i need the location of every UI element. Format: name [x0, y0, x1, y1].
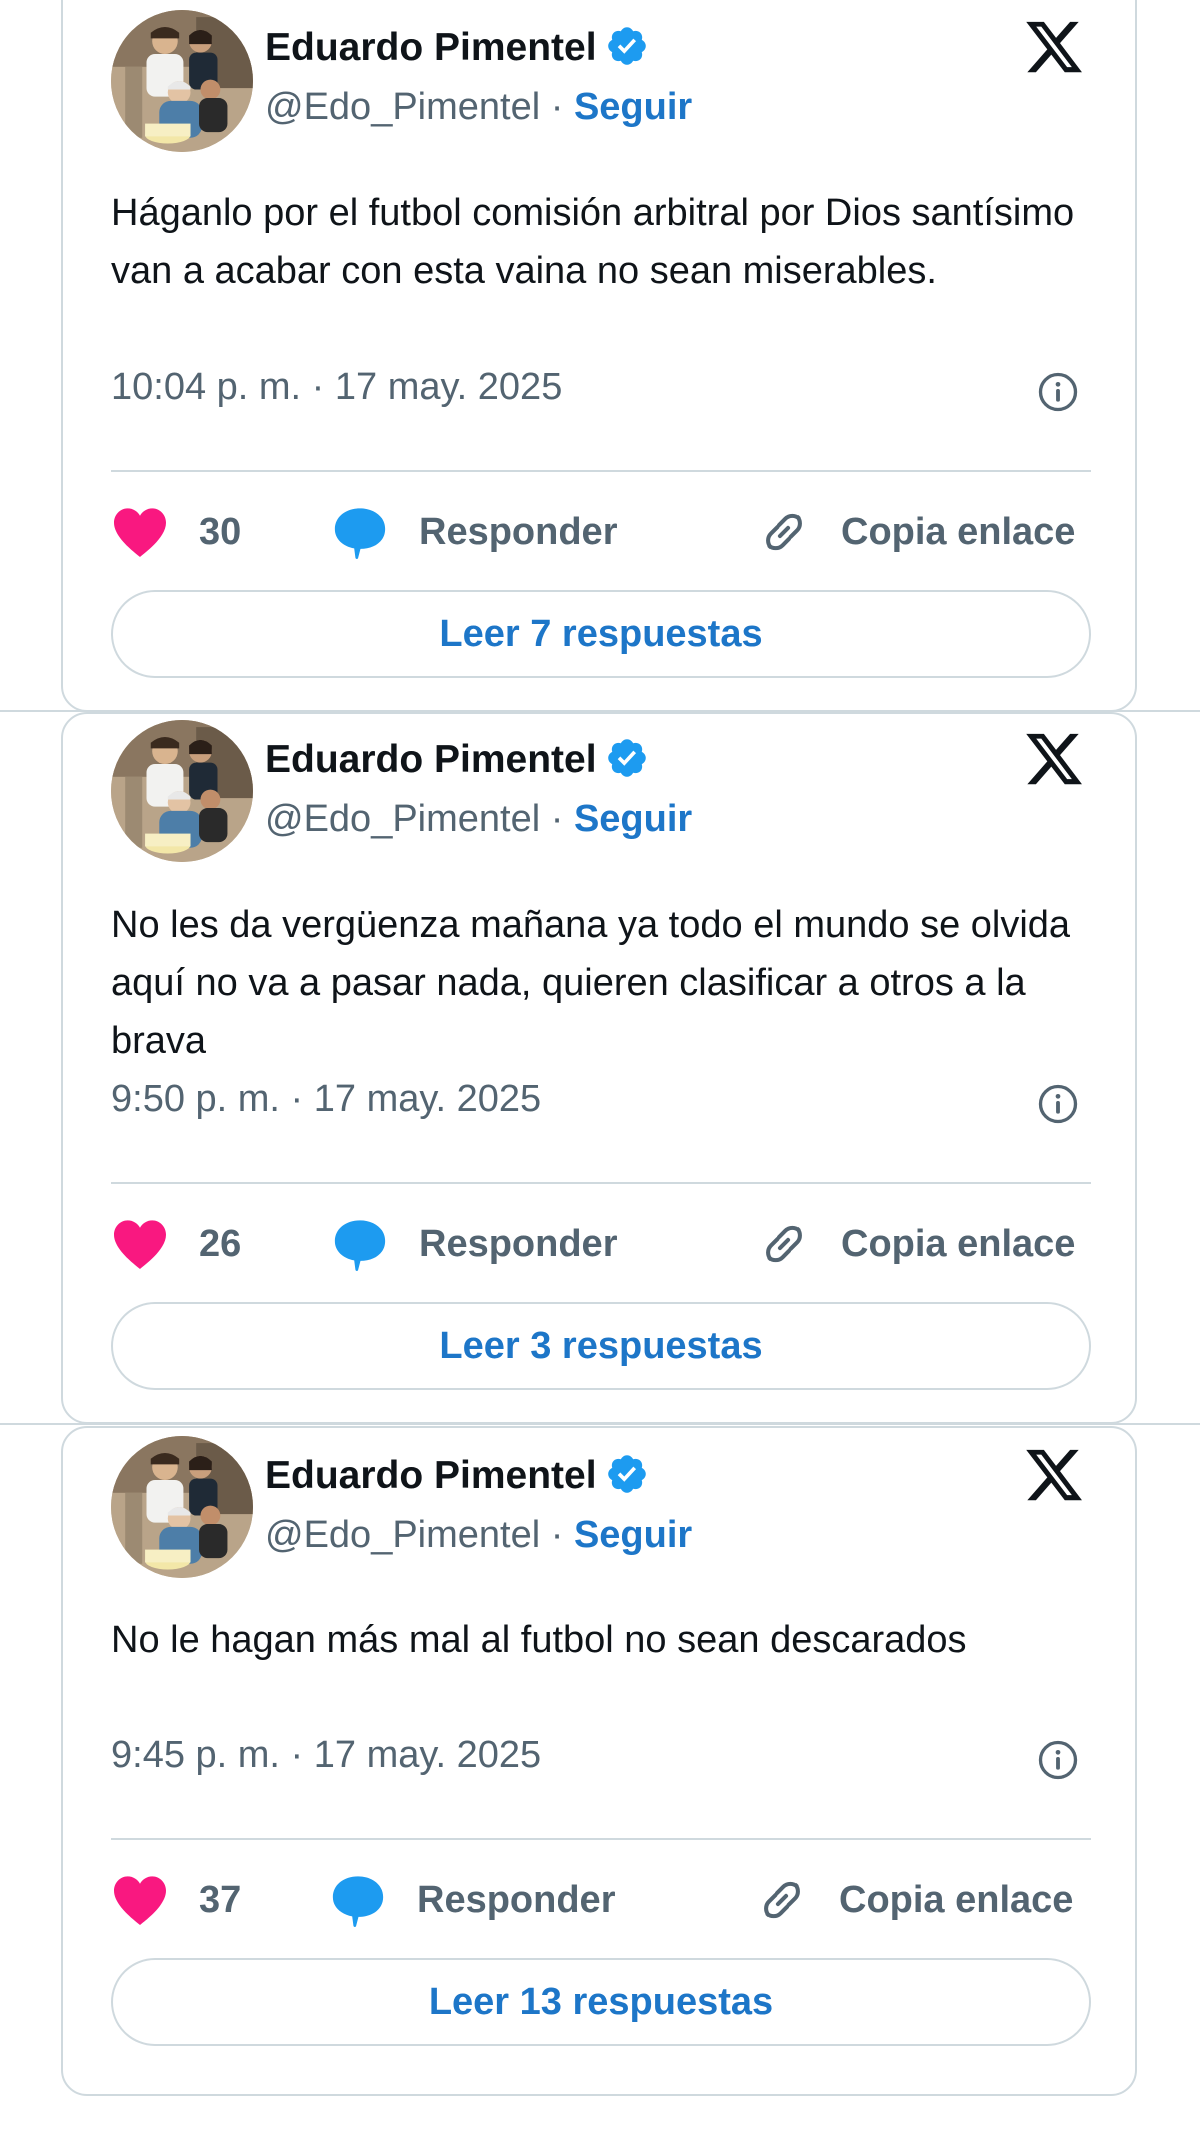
divider: [111, 470, 1091, 472]
avatar[interactable]: [111, 10, 253, 152]
tweet-card: Eduardo Pimentel @Edo_Pimentel · Seguir …: [61, 1426, 1137, 2096]
tweet-timestamp[interactable]: 10:04 p. m. · 17 may. 2025: [111, 366, 562, 409]
tweet-timestamp[interactable]: 9:50 p. m. · 17 may. 2025: [111, 1078, 541, 1121]
like-button[interactable]: 37: [111, 1870, 241, 1930]
link-icon: [755, 1873, 809, 1927]
handle-separator: ·: [550, 1514, 564, 1556]
info-icon[interactable]: [1037, 1739, 1079, 1781]
author-name-text: Eduardo Pimentel: [265, 1454, 597, 1497]
follow-link[interactable]: Seguir: [574, 798, 692, 840]
like-button[interactable]: 26: [111, 1214, 241, 1274]
action-bar: 26 Responder Copia enlace: [111, 1214, 1091, 1274]
divider: [111, 1182, 1091, 1184]
author-handle[interactable]: @Edo_Pimentel: [265, 1514, 540, 1556]
copy-link-label: Copia enlace: [841, 510, 1076, 553]
heart-icon: [111, 506, 169, 558]
like-count: 30: [199, 510, 242, 553]
info-icon[interactable]: [1037, 371, 1079, 413]
reply-label: Responder: [419, 510, 618, 553]
tweet-text: No les da vergüenza mañana ya todo el mu…: [111, 904, 1071, 1062]
x-logo-icon[interactable]: [1021, 728, 1087, 790]
handle-row: @Edo_Pimentel · Seguir: [265, 1514, 692, 1557]
read-replies-button[interactable]: Leer 3 respuestas: [111, 1302, 1091, 1390]
verified-badge-icon: [605, 1452, 649, 1496]
author-name-text: Eduardo Pimentel: [265, 26, 597, 69]
like-button[interactable]: 30: [111, 502, 241, 562]
action-bar: 30 Responder Copia enlace: [111, 502, 1091, 562]
follow-link[interactable]: Seguir: [574, 86, 692, 128]
author-name-text: Eduardo Pimentel: [265, 738, 597, 781]
reply-bubble-icon: [329, 1871, 387, 1929]
tweet-text: No le hagan más mal al futbol no sean de…: [111, 1619, 967, 1661]
action-bar: 37 Responder Copia enlace: [111, 1870, 1091, 1930]
like-count: 37: [199, 1878, 242, 1921]
handle-row: @Edo_Pimentel · Seguir: [265, 86, 692, 129]
handle-row: @Edo_Pimentel · Seguir: [265, 798, 692, 841]
reply-button[interactable]: Responder: [329, 1870, 615, 1930]
author-name[interactable]: Eduardo Pimentel: [265, 1452, 649, 1498]
avatar-photo: [111, 10, 253, 152]
author-handle[interactable]: @Edo_Pimentel: [265, 798, 540, 840]
heart-icon: [111, 1218, 169, 1270]
reply-button[interactable]: Responder: [331, 502, 617, 562]
heart-icon: [111, 1874, 169, 1926]
copy-link-label: Copia enlace: [839, 1878, 1074, 1921]
x-logo-icon[interactable]: [1021, 16, 1087, 78]
link-icon: [757, 505, 811, 559]
author-name[interactable]: Eduardo Pimentel: [265, 736, 649, 782]
tweet-card: Eduardo Pimentel @Edo_Pimentel · Seguir …: [61, 712, 1137, 1424]
tweet-timestamp[interactable]: 9:45 p. m. · 17 may. 2025: [111, 1734, 541, 1777]
reply-button[interactable]: Responder: [331, 1214, 617, 1274]
author-handle[interactable]: @Edo_Pimentel: [265, 86, 540, 128]
verified-badge-icon: [605, 736, 649, 780]
copy-link-button[interactable]: Copia enlace: [757, 1214, 1075, 1274]
tweet-text: Háganlo por el futbol comisión arbitral …: [111, 192, 1075, 292]
avatar-photo: [111, 720, 253, 862]
divider: [111, 1838, 1091, 1840]
tweet-card: Eduardo Pimentel @Edo_Pimentel · Seguir …: [61, 0, 1137, 712]
copy-link-label: Copia enlace: [841, 1222, 1076, 1265]
avatar[interactable]: [111, 720, 253, 862]
reply-bubble-icon: [331, 503, 389, 561]
section-separator: [0, 1423, 1200, 1425]
reply-label: Responder: [419, 1222, 618, 1265]
avatar-photo: [111, 1436, 253, 1578]
follow-link[interactable]: Seguir: [574, 1514, 692, 1556]
copy-link-button[interactable]: Copia enlace: [755, 1870, 1073, 1930]
handle-separator: ·: [550, 798, 564, 840]
avatar[interactable]: [111, 1436, 253, 1578]
verified-badge-icon: [605, 24, 649, 68]
link-icon: [757, 1217, 811, 1271]
info-icon[interactable]: [1037, 1083, 1079, 1125]
reply-label: Responder: [417, 1878, 616, 1921]
read-replies-button[interactable]: Leer 7 respuestas: [111, 590, 1091, 678]
reply-bubble-icon: [331, 1215, 389, 1273]
read-replies-button[interactable]: Leer 13 respuestas: [111, 1958, 1091, 2046]
author-name[interactable]: Eduardo Pimentel: [265, 24, 649, 70]
copy-link-button[interactable]: Copia enlace: [757, 502, 1075, 562]
x-logo-icon[interactable]: [1021, 1444, 1087, 1506]
handle-separator: ·: [550, 86, 564, 128]
like-count: 26: [199, 1222, 242, 1265]
